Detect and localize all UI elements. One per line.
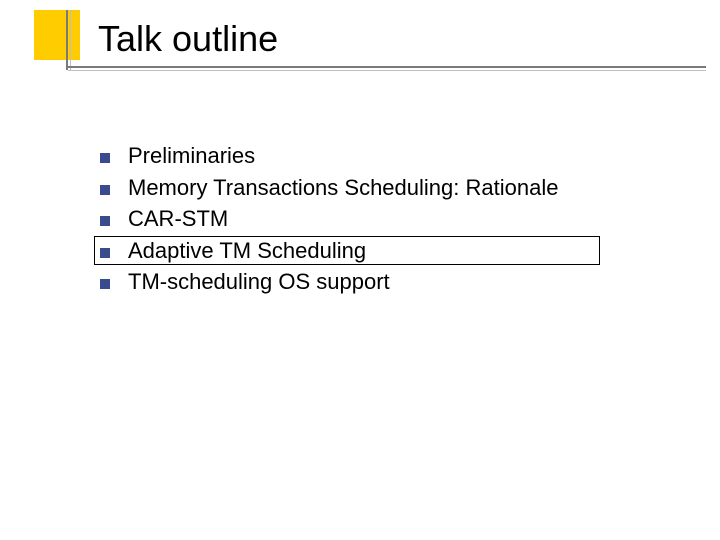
square-bullet-icon [100,153,110,163]
list-item: Preliminaries [100,142,660,170]
bullet-list: Preliminaries Memory Transactions Schedu… [100,142,660,300]
slide-title: Talk outline [98,18,278,60]
list-item: Memory Transactions Scheduling: Rational… [100,174,660,202]
vertical-rule-light [70,10,71,70]
list-item: Adaptive TM Scheduling [100,237,660,265]
bullet-text: Memory Transactions Scheduling: Rational… [128,174,558,202]
list-item: CAR-STM [100,205,660,233]
slide: Talk outline Preliminaries Memory Transa… [0,0,720,540]
bullet-text: TM-scheduling OS support [128,268,390,296]
horizontal-rule-light [68,70,706,71]
square-bullet-icon [100,279,110,289]
bullet-text: CAR-STM [128,205,228,233]
vertical-rule [66,10,68,70]
bullet-text: Adaptive TM Scheduling [128,237,366,265]
bullet-text: Preliminaries [128,142,255,170]
list-item: TM-scheduling OS support [100,268,660,296]
square-bullet-icon [100,248,110,258]
horizontal-rule-dark [68,66,706,68]
square-bullet-icon [100,216,110,226]
square-bullet-icon [100,185,110,195]
accent-block [34,10,80,60]
